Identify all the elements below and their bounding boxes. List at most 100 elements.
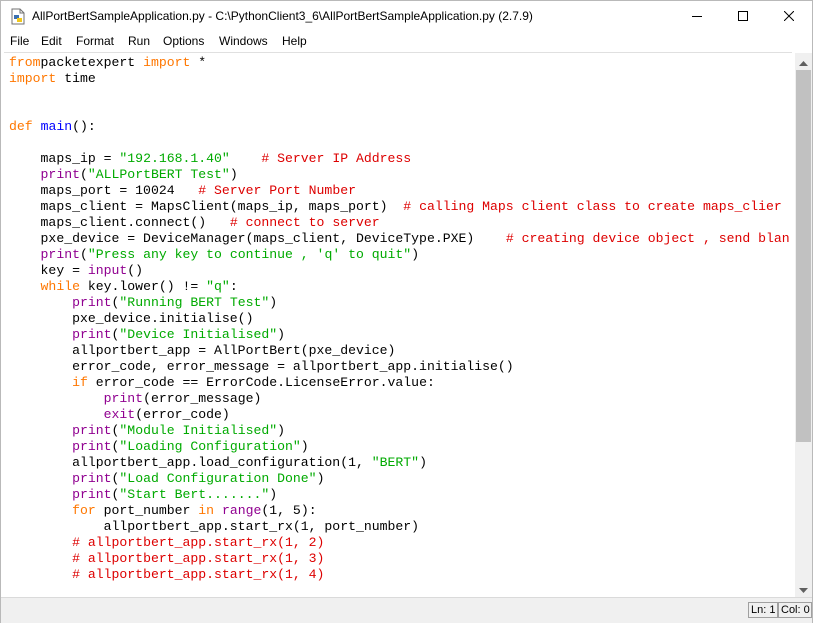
python-file-icon <box>10 8 26 25</box>
column-number-indicator: Col: 0 <box>778 602 812 618</box>
code-token: ) <box>411 247 420 262</box>
string-literal: "ALLPortBERT Test" <box>87 167 230 182</box>
code-line: frompacketexpert import * <box>9 55 790 71</box>
code-line: key = input() <box>9 263 790 279</box>
code-line: print("Start Bert.......") <box>9 487 790 503</box>
scroll-down-arrow-icon <box>799 580 808 598</box>
comment: # allportbert_app.start_rx(1, 4) <box>72 567 325 582</box>
code-line: pxe_device.initialise() <box>9 311 790 327</box>
code-token: ) <box>277 327 286 342</box>
code-token: ) <box>229 167 238 182</box>
menu-options[interactable]: Options <box>163 34 204 48</box>
keyword: from <box>9 55 41 70</box>
keyword: import <box>9 71 57 86</box>
string-literal: "Module Initialised" <box>119 423 278 438</box>
code-token: pxe_device = DeviceManager(maps_client, … <box>9 231 506 246</box>
minimize-icon <box>692 8 702 26</box>
maximize-icon <box>738 8 748 26</box>
code-line: print("ALLPortBERT Test") <box>9 167 790 183</box>
keyword: while <box>40 279 80 294</box>
comment: # Server Port Number <box>198 183 356 198</box>
string-literal: "BERT" <box>371 455 420 470</box>
close-button[interactable] <box>766 1 812 32</box>
code-token: : <box>229 279 238 294</box>
code-token: allportbert_app = AllPortBert(pxe_device… <box>9 343 396 358</box>
keyword: if <box>72 375 88 390</box>
status-bar: Ln: 1 Col: 0 <box>1 597 812 623</box>
builtin: print <box>40 167 80 182</box>
code-token: (error_message) <box>143 391 262 406</box>
maximize-button[interactable] <box>720 1 766 32</box>
minimize-button[interactable] <box>674 1 720 32</box>
string-literal: "q" <box>206 279 230 294</box>
builtin: print <box>72 471 112 486</box>
code-token: ) <box>269 295 278 310</box>
comment: # calling Maps client class to create ma… <box>403 199 782 214</box>
title-bar[interactable]: AllPortBertSampleApplication.py - C:\Pyt… <box>1 1 812 32</box>
code-line: print("Module Initialised") <box>9 423 790 439</box>
code-token: ) <box>269 487 278 502</box>
code-token: ) <box>419 455 427 470</box>
scrollbar-thumb[interactable] <box>796 70 811 442</box>
menu-bar: File Edit Format Run Options Windows Hel… <box>1 32 812 52</box>
code-line: maps_ip = "192.168.1.40" # Server IP Add… <box>9 151 790 167</box>
window-title: AllPortBertSampleApplication.py - C:\Pyt… <box>32 9 533 23</box>
builtin: print <box>72 439 112 454</box>
code-token: key = <box>9 263 88 278</box>
string-literal: "Start Bert......." <box>119 487 270 502</box>
code-token: error_code, error_message = allportbert_… <box>9 359 514 374</box>
menu-file[interactable]: File <box>10 34 29 48</box>
menu-run[interactable]: Run <box>128 34 150 48</box>
code-line: maps_client.connect() # connect to serve… <box>9 215 790 231</box>
code-token: error_code == ErrorCode.LicenseError.val… <box>87 375 435 390</box>
menu-windows[interactable]: Windows <box>219 34 268 48</box>
scroll-down-button[interactable] <box>795 580 812 597</box>
code-token: () <box>127 263 144 278</box>
string-literal: "Press any key to continue , 'q' to quit… <box>87 247 412 262</box>
code-token: maps_client = MapsClient(maps_ip, maps_p… <box>9 199 404 214</box>
builtin: print <box>72 423 112 438</box>
code-line: print("Running BERT Test") <box>9 295 790 311</box>
string-literal: "Device Initialised" <box>119 327 278 342</box>
code-editor[interactable]: frompacketexpert import * import time def … <box>4 52 792 598</box>
string-literal: "192.168.1.40" <box>119 151 230 166</box>
code-line: pxe_device = DeviceManager(maps_client, … <box>9 231 790 247</box>
menu-help[interactable]: Help <box>282 34 307 48</box>
builtin: print <box>40 247 80 262</box>
idle-editor-window: AllPortBertSampleApplication.py - C:\Pyt… <box>0 0 813 623</box>
builtin: exit <box>103 407 136 422</box>
string-literal: "Load Configuration Done" <box>119 471 317 486</box>
comment: # connect to server <box>229 215 380 230</box>
vertical-scrollbar[interactable] <box>795 53 812 597</box>
code-token: time <box>56 71 96 86</box>
close-icon <box>783 8 795 26</box>
code-token: key.lower() != <box>79 279 207 294</box>
code-text[interactable]: frompacketexpert import * import time def … <box>9 55 790 583</box>
builtin: print <box>72 487 112 502</box>
code-token: allportbert_app.start_rx(1, port_number) <box>9 519 420 534</box>
keyword: in <box>198 503 215 518</box>
code-line: import time <box>9 71 790 87</box>
builtin: print <box>103 391 144 406</box>
scroll-up-button[interactable] <box>795 53 812 70</box>
code-line: error_code, error_message = allportbert_… <box>9 359 790 375</box>
code-line: # allportbert_app.start_rx(1, 2) <box>9 535 790 551</box>
menu-format[interactable]: Format <box>76 34 114 48</box>
menu-edit[interactable]: Edit <box>41 34 62 48</box>
